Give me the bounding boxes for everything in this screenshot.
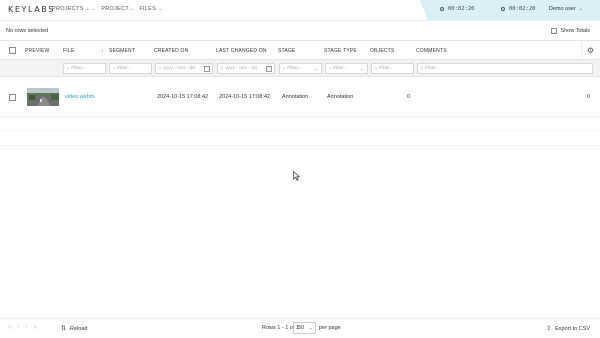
nav-project-label: PROJECT <box>101 6 130 12</box>
timer-icon <box>440 7 444 11</box>
page-size-value: 50 <box>298 325 305 331</box>
app-logo[interactable]: KEYLABS <box>8 5 55 14</box>
export-label: Export to CSV <box>555 325 590 332</box>
objects-cell: 0 <box>407 94 411 100</box>
refresh-icon: ⇅ <box>61 326 67 332</box>
session-timer-value: 00:02:20 <box>448 6 475 12</box>
user-name: Demo user <box>548 6 576 12</box>
show-totals-toggle[interactable]: Show Totals <box>551 28 590 34</box>
nav-project[interactable]: → PROJECT <box>90 6 129 12</box>
next-page-icon[interactable]: › <box>25 325 27 331</box>
filter-icon: ▿ <box>283 65 286 71</box>
per-page-label: per page <box>319 325 341 331</box>
total-timer-value: 00:02:20 <box>509 6 536 12</box>
selection-status: No rows selected <box>6 28 49 34</box>
filter-row: ▿ Filter... ▿ Filter... ▿ yyyy - mm - dd… <box>0 60 600 77</box>
row-divider <box>0 145 600 146</box>
session-timer: 00:02:20 <box>440 6 475 12</box>
sort-desc-icon[interactable]: ↓ <box>101 48 104 54</box>
last-page-icon[interactable]: » <box>33 325 36 331</box>
column-header-file[interactable]: FILE <box>63 48 74 54</box>
filter-icon: ▿ <box>113 65 116 71</box>
last-changed-on-cell: 2024-10-15 17:08:42 <box>219 94 271 100</box>
gear-icon[interactable]: ⚙ <box>587 46 594 55</box>
calendar-icon[interactable] <box>204 66 210 72</box>
stage-cell: Annotation <box>282 94 309 100</box>
nav-projects[interactable]: PROJECTS ⌄ <box>52 6 90 12</box>
column-header-stage-type[interactable]: STAGE TYPE <box>324 48 357 54</box>
comments-filter-input[interactable]: ▿ Filter... <box>417 63 593 74</box>
chevron-down-icon: ⌄ <box>158 6 163 12</box>
chevron-down-icon: ⌄ <box>578 6 583 12</box>
column-header-last-changed-on[interactable]: LAST CHANGED ON <box>216 48 267 54</box>
prev-page-icon[interactable]: ‹ <box>17 325 19 331</box>
column-header-segment[interactable]: SEGMENT <box>109 48 135 54</box>
export-icon: ⇪ <box>546 326 552 332</box>
filter-icon: ▿ <box>421 65 424 71</box>
select-all-checkbox[interactable] <box>9 47 16 54</box>
pagination-controls: « ‹ › » <box>8 325 37 331</box>
filter-icon: ▿ <box>329 65 332 71</box>
filter-icon: ▿ <box>221 65 224 71</box>
segment-filter-input[interactable]: ▿ Filter... <box>109 63 152 74</box>
created-on-filter-input[interactable]: ▿ yyyy - mm - dd <box>155 63 213 74</box>
arrow-right-icon: → <box>90 6 97 12</box>
last-changed-filter-input[interactable]: ▿ yyyy - mm - dd <box>217 63 275 74</box>
file-filter-placeholder: Filter... <box>71 66 86 71</box>
mouse-cursor-icon <box>293 170 301 183</box>
stage-type-cell: Annotation <box>327 94 354 100</box>
first-page-icon[interactable]: « <box>8 325 11 331</box>
filter-icon: ▿ <box>159 65 162 71</box>
segment-filter-placeholder: Filter... <box>117 66 132 71</box>
export-csv-button[interactable]: ⇪ Export to CSV <box>546 325 590 333</box>
row-checkbox[interactable] <box>9 94 16 101</box>
filter-icon: ▿ <box>67 65 70 71</box>
chevron-down-icon: ⌄ <box>308 325 313 331</box>
created-on-filter-placeholder: yyyy - mm - dd <box>163 66 195 71</box>
column-divider <box>581 40 582 60</box>
comments-cell: 0 <box>587 94 591 100</box>
video-thumbnail[interactable] <box>27 88 59 106</box>
top-header: KEYLABS PROJECTS ⌄ → PROJECT → FILES ⌄ 0… <box>0 0 600 20</box>
table-header: PREVIEW FILE ↓ SEGMENT CREATED ON LAST C… <box>0 40 600 60</box>
nav-files-label: FILES <box>139 6 157 12</box>
filter-icon: ▿ <box>375 65 378 71</box>
reload-label: Reload <box>70 325 88 332</box>
comments-filter-placeholder: Filter... <box>425 66 440 71</box>
grid-toolbar: No rows selected Show Totals <box>0 20 600 40</box>
show-totals-label: Show Totals <box>560 28 590 34</box>
file-filter-input[interactable]: ▿ Filter... <box>63 63 106 74</box>
chevron-down-icon: ⌄ <box>313 66 318 72</box>
grid-footer: « ‹ › » ⇅ Reload Rows 1 - 1 of 1 50 ⌄ pe… <box>0 318 600 338</box>
total-timer: 00:02:20 <box>501 6 536 12</box>
nav-projects-label: PROJECTS <box>52 6 84 12</box>
clock-icon <box>501 7 505 11</box>
stage-filter-placeholder: Filter... <box>287 66 302 71</box>
objects-filter-input[interactable]: ▿ Filter... <box>371 63 414 74</box>
last-changed-filter-placeholder: yyyy - mm - dd <box>225 66 257 71</box>
timer-panel: 00:02:20 00:02:20 Demo user ⌄ <box>420 0 600 20</box>
column-header-objects[interactable]: OBJECTS <box>370 48 394 54</box>
table-row[interactable]: video.webm 2024-10-15 17:08:42 2024-10-1… <box>0 77 600 117</box>
show-totals-checkbox[interactable] <box>551 28 558 34</box>
created-on-cell: 2024-10-15 17:08:42 <box>157 94 209 100</box>
stage-type-filter-placeholder: Filter... <box>333 66 348 71</box>
chevron-down-icon: ⌄ <box>359 66 364 72</box>
stage-type-filter-select[interactable]: ▿ Filter... ⌄ <box>325 63 368 74</box>
nav-files[interactable]: → FILES ⌄ <box>128 6 163 12</box>
page-size-select[interactable]: 50 ⌄ <box>293 322 316 334</box>
column-header-created-on[interactable]: CREATED ON <box>154 48 188 54</box>
user-menu[interactable]: Demo user ⌄ <box>549 6 583 12</box>
column-header-stage[interactable]: STAGE <box>278 48 296 54</box>
arrow-right-icon: → <box>128 6 135 12</box>
calendar-icon[interactable] <box>266 66 272 72</box>
file-link[interactable]: video.webm <box>65 94 94 100</box>
reload-button[interactable]: ⇅ Reload <box>61 325 88 333</box>
column-header-comments[interactable]: COMMENTS <box>416 48 447 54</box>
column-header-preview[interactable]: PREVIEW <box>25 48 49 54</box>
objects-filter-placeholder: Filter... <box>379 66 394 71</box>
row-divider <box>0 130 600 131</box>
stage-filter-select[interactable]: ▿ Filter... ⌄ <box>279 63 322 74</box>
